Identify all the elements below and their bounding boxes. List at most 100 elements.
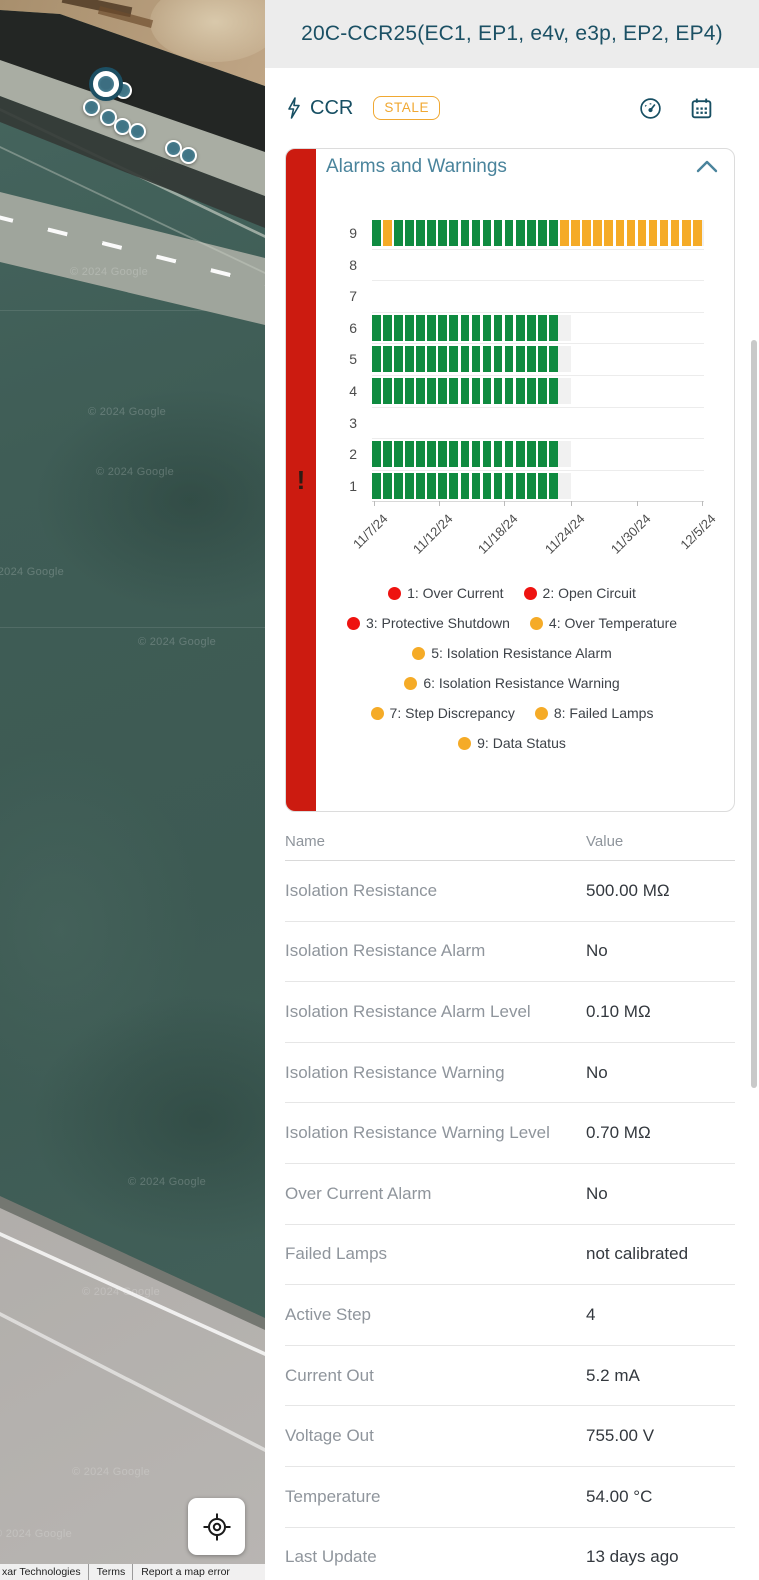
status-bar-segment xyxy=(394,441,403,467)
panel-scrollbar-thumb[interactable] xyxy=(751,340,757,1088)
status-bar-segment xyxy=(671,220,680,246)
chart-row-label: 3 xyxy=(327,414,357,432)
map-attribution-report-link[interactable]: Report a map error xyxy=(132,1564,237,1580)
chart-row-track xyxy=(558,473,571,499)
map-marker-selected[interactable] xyxy=(93,71,119,97)
status-bar-segment xyxy=(372,346,381,372)
status-bar-segment xyxy=(549,378,558,404)
status-bar-segment xyxy=(383,378,392,404)
chart-row-label: 1 xyxy=(327,477,357,495)
status-bar-segment xyxy=(383,346,392,372)
chart-row-track xyxy=(702,220,704,246)
chevron-up-icon[interactable] xyxy=(696,159,718,173)
status-bar-segment xyxy=(516,346,525,372)
detail-panel: 20C-CCR25(EC1, EP1, e4v, e3p, EP2, EP4) … xyxy=(265,0,759,1580)
legend-item: 3: Protective Shutdown xyxy=(347,615,510,631)
status-bar-segment xyxy=(472,473,481,499)
status-bar-segment xyxy=(604,220,613,246)
map-attribution-terms-link[interactable]: Terms xyxy=(88,1564,133,1580)
chart-tick-mark xyxy=(374,501,375,506)
chart-row-label: 9 xyxy=(327,224,357,242)
row-value: 500.00 MΩ xyxy=(586,881,670,901)
status-bar-segment xyxy=(394,378,403,404)
legend-item: 7: Step Discrepancy xyxy=(371,705,515,721)
legend-item: 1: Over Current xyxy=(388,585,503,601)
map-canvas[interactable]: © 2024 Google© 2024 Google© 2024 Google©… xyxy=(0,0,265,1580)
status-bar-segment xyxy=(461,378,470,404)
locate-button[interactable] xyxy=(188,1498,245,1555)
map-watermark: © 2024 Google xyxy=(0,566,64,578)
status-bar-segment xyxy=(438,378,447,404)
status-bar-segment xyxy=(405,473,414,499)
chart-tick-mark xyxy=(637,501,638,506)
status-bar-segment xyxy=(483,220,492,246)
row-value: not calibrated xyxy=(586,1244,688,1264)
table-row: Isolation Resistance500.00 MΩ xyxy=(285,861,735,922)
status-bar-segment xyxy=(516,441,525,467)
table-row: Over Current AlarmNo xyxy=(285,1164,735,1225)
map-marker[interactable] xyxy=(180,147,197,164)
status-bar-segment xyxy=(383,220,392,246)
row-value: 4 xyxy=(586,1305,595,1325)
row-name: Last Update xyxy=(285,1547,377,1567)
status-bar-segment xyxy=(516,378,525,404)
status-bar-segment xyxy=(494,441,503,467)
status-bar-segment xyxy=(383,315,392,341)
status-bar-segment xyxy=(427,473,436,499)
status-bar-segment xyxy=(505,473,514,499)
legend-label: 9: Data Status xyxy=(477,735,566,751)
legend-dot-icon xyxy=(458,737,471,750)
chart-date-label: 11/12/24 xyxy=(410,511,456,557)
status-bar-segment xyxy=(593,220,602,246)
chart-date-label: 11/7/24 xyxy=(350,511,391,552)
status-bar-segment xyxy=(394,473,403,499)
status-bar-segment xyxy=(461,346,470,372)
status-bar-segment xyxy=(383,473,392,499)
chart-row-label: 7 xyxy=(327,287,357,305)
lightning-icon xyxy=(285,96,302,120)
status-bar-segment xyxy=(427,346,436,372)
legend-label: 5: Isolation Resistance Alarm xyxy=(431,645,612,661)
map-marker[interactable] xyxy=(114,118,131,135)
status-bar-segment xyxy=(505,315,514,341)
device-type-label: CCR xyxy=(310,97,353,120)
status-bar-segment xyxy=(372,378,381,404)
status-bar-segment xyxy=(538,315,547,341)
status-bar-segment xyxy=(505,220,514,246)
app-window: © 2024 Google© 2024 Google© 2024 Google©… xyxy=(0,0,759,1580)
table-row: Voltage Out755.00 V xyxy=(285,1406,735,1467)
chart-gridline xyxy=(372,312,704,313)
chart-date-label: 11/24/24 xyxy=(542,511,588,557)
status-bar-segment xyxy=(527,473,536,499)
status-bar-segment xyxy=(461,315,470,341)
row-value: No xyxy=(586,1063,608,1083)
status-badge: STALE xyxy=(373,96,440,120)
status-bar-segment xyxy=(427,220,436,246)
row-value: 54.00 °C xyxy=(586,1487,652,1507)
gauge-icon[interactable] xyxy=(638,96,663,121)
status-bar-segment xyxy=(427,378,436,404)
table-row: Temperature54.00 °C xyxy=(285,1467,735,1528)
status-bar-segment xyxy=(416,473,425,499)
chart-gridline xyxy=(372,438,704,439)
map-marker[interactable] xyxy=(165,140,182,157)
calendar-icon[interactable] xyxy=(689,96,714,121)
status-bar-segment xyxy=(449,346,458,372)
status-bar-segment xyxy=(405,441,414,467)
status-bar-segment xyxy=(372,220,381,246)
status-bar-segment xyxy=(627,220,636,246)
status-bar-segment xyxy=(472,346,481,372)
column-header-value: Value xyxy=(586,833,623,850)
legend-dot-icon xyxy=(524,587,537,600)
map-marker[interactable] xyxy=(129,123,146,140)
table-row: Last Update13 days ago xyxy=(285,1528,735,1580)
legend-label: 1: Over Current xyxy=(407,585,503,601)
status-bar-segment xyxy=(449,473,458,499)
status-bar-segment xyxy=(549,441,558,467)
status-bar-segment xyxy=(405,346,414,372)
status-bar-segment xyxy=(416,220,425,246)
map-marker[interactable] xyxy=(83,99,100,116)
status-bar-segment xyxy=(582,220,591,246)
status-bar-segment xyxy=(527,378,536,404)
table-row: Isolation Resistance AlarmNo xyxy=(285,922,735,983)
